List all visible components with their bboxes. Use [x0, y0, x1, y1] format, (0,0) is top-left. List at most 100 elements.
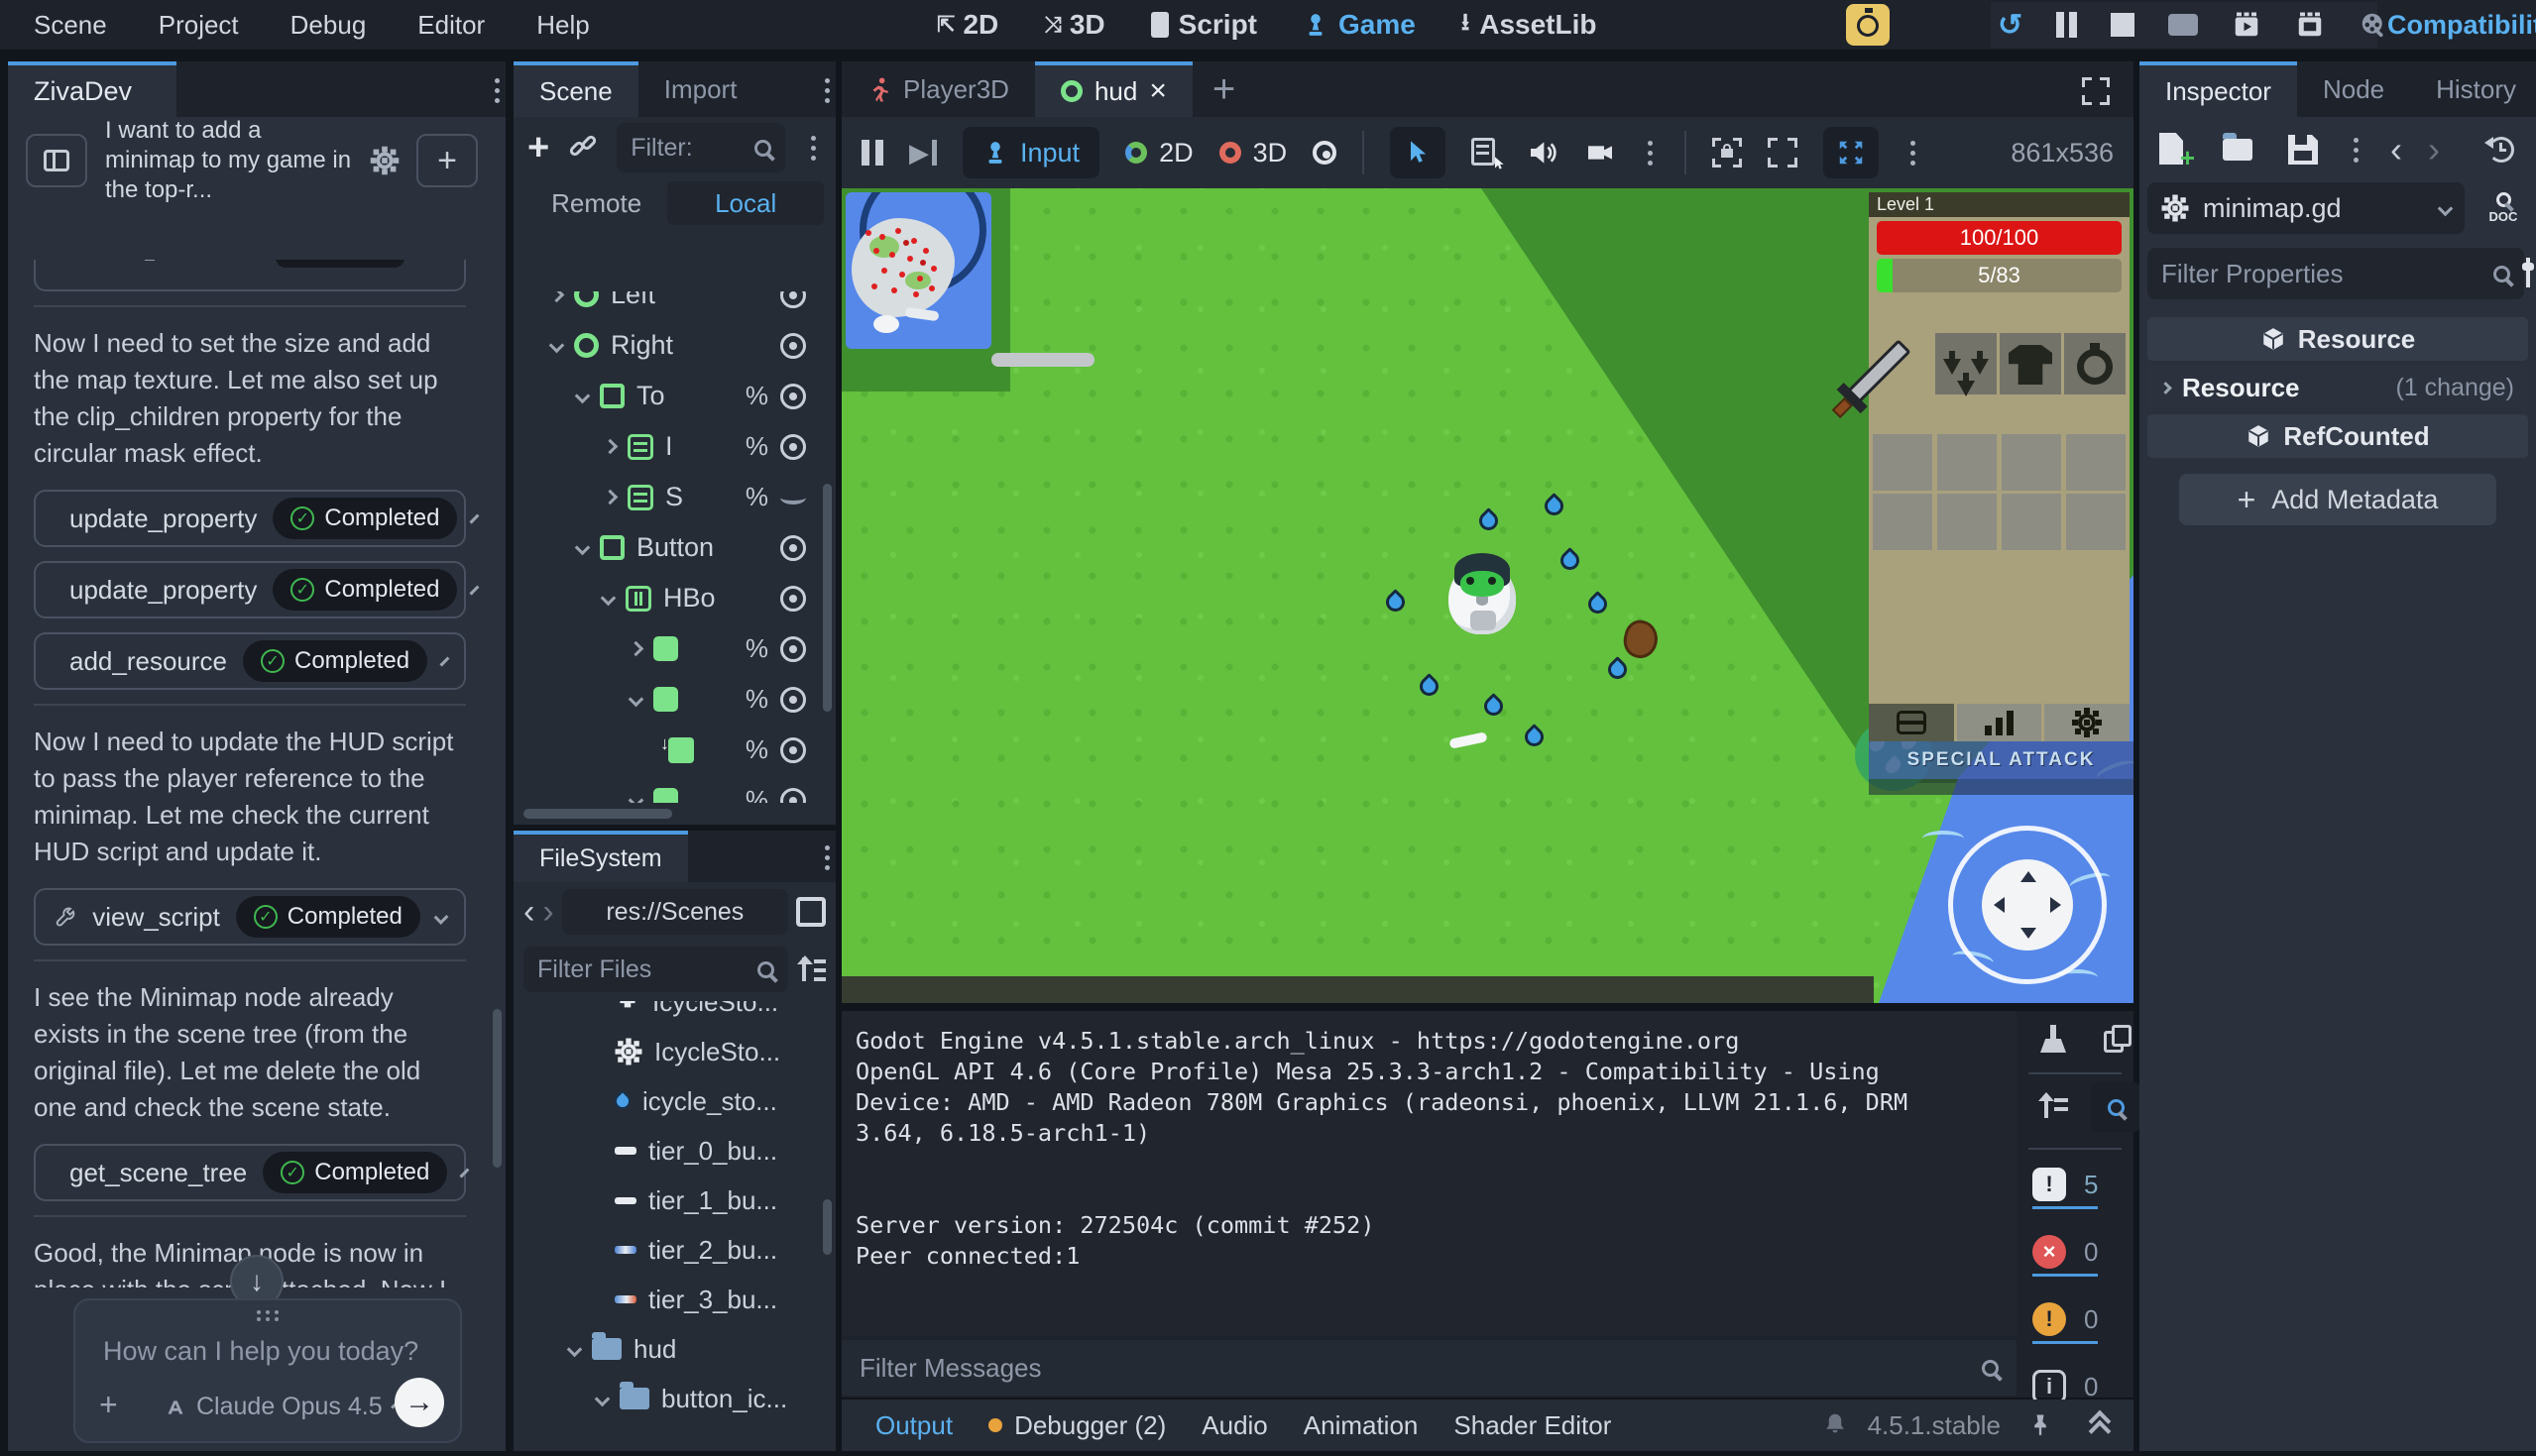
file-filter-box[interactable] — [523, 947, 788, 992]
expand-bottom-panel-icon[interactable] — [2088, 1411, 2118, 1439]
tab-2d[interactable]: ⇱2D — [937, 9, 998, 41]
expand-chevron-icon[interactable] — [440, 656, 450, 666]
tree-row[interactable]: I% — [519, 421, 820, 472]
tab-script[interactable]: Script — [1151, 9, 1257, 41]
inventory-slot[interactable] — [2066, 434, 2126, 491]
section-resource[interactable]: Resource (1 change) — [2147, 365, 2528, 410]
inventory-slot[interactable] — [1873, 494, 1932, 550]
hud-tab-stats[interactable] — [1957, 704, 2042, 741]
play-movie-icon[interactable] — [2232, 10, 2261, 40]
expand-chevron-icon[interactable] — [433, 910, 448, 925]
equip-slot-armor[interactable] — [2000, 333, 2061, 394]
sidebar-toggle-button[interactable] — [26, 134, 87, 187]
bottom-tab-shader-editor[interactable]: Shader Editor — [1436, 1410, 1629, 1441]
menu-project[interactable]: Project — [159, 10, 239, 41]
3d-mode-button[interactable]: 3D — [1219, 138, 1288, 168]
remote-toggle[interactable]: Remote — [525, 188, 667, 219]
hud-tab-inventory[interactable] — [1869, 704, 1954, 741]
embed-lock-icon[interactable] — [1712, 138, 1742, 168]
menu-editor[interactable]: Editor — [417, 10, 485, 41]
scene-toolbar-menu-icon[interactable] — [805, 130, 822, 167]
visibility-icon[interactable] — [780, 291, 806, 308]
chat-messages[interactable]: Now I need to set the size and add the m… — [8, 260, 492, 1288]
visibility-icon[interactable] — [780, 333, 806, 359]
save-resource-icon[interactable] — [2288, 135, 2318, 165]
collapse-icon[interactable] — [601, 591, 617, 607]
local-toggle[interactable]: Local — [667, 181, 824, 225]
file-row[interactable]: IcycleSto... — [519, 1001, 820, 1027]
scene-filter-box[interactable] — [617, 123, 785, 172]
nav-forward-icon[interactable]: › — [542, 893, 553, 932]
nav-back-icon[interactable]: ‹ — [523, 893, 534, 932]
equip-slot-ring[interactable] — [2064, 333, 2126, 394]
camera-override-icon[interactable] — [1313, 141, 1336, 165]
send-button[interactable]: → — [395, 1378, 444, 1427]
menu-debug[interactable]: Debug — [290, 10, 367, 41]
visibility-icon[interactable] — [780, 636, 806, 662]
message-filter-input[interactable] — [860, 1353, 1982, 1384]
stop-icon[interactable] — [2111, 13, 2134, 37]
alert-counter[interactable]: ! 0 — [2032, 1302, 2098, 1336]
virtual-joystick[interactable] — [1948, 826, 2107, 984]
history-back-icon[interactable]: ‹ — [2390, 129, 2402, 170]
expand-chevron-icon[interactable] — [460, 1168, 470, 1177]
tree-row[interactable]: HBo — [519, 573, 820, 623]
tree-row[interactable]: % — [519, 775, 820, 803]
pause-game-icon[interactable] — [862, 140, 883, 166]
fullscreen-game-button[interactable] — [1823, 127, 1879, 178]
tab-import[interactable]: Import — [638, 61, 763, 117]
visibility-icon[interactable] — [780, 535, 806, 561]
expand-chevron-icon[interactable] — [470, 513, 480, 523]
audio-mute-icon[interactable] — [1527, 137, 1558, 168]
expand-icon[interactable] — [629, 641, 644, 657]
split-view-icon[interactable] — [796, 897, 826, 927]
pause-icon[interactable] — [2056, 12, 2077, 38]
category-resource[interactable]: Resource — [2147, 317, 2528, 361]
new-chat-button[interactable]: + — [416, 134, 478, 187]
folder-row[interactable]: hud — [519, 1324, 820, 1374]
conversation-title[interactable]: I want to add a minimap to my game in th… — [105, 116, 353, 205]
inventory-slot[interactable] — [1937, 434, 1997, 491]
tab-hud[interactable]: hud × — [1035, 61, 1193, 117]
tree-row[interactable]: Left — [519, 291, 820, 320]
joystick-knob[interactable] — [1982, 859, 2073, 951]
tab-inspector[interactable]: Inspector — [2139, 61, 2297, 117]
special-attack-button[interactable]: SPECIAL ATTACK — [1869, 741, 2133, 779]
resource-dropdown[interactable]: minimap.gd — [2147, 182, 2465, 234]
film-reel-icon[interactable] — [2359, 10, 2388, 40]
folder-row[interactable]: button_ic... — [519, 1374, 820, 1423]
tree-row[interactable]: S% — [519, 472, 820, 522]
bottom-tab-animation[interactable]: Animation — [1286, 1410, 1437, 1441]
chat-scrollbar[interactable] — [493, 1009, 502, 1168]
bottom-tab-output[interactable]: Output — [858, 1410, 971, 1441]
visibility-icon[interactable] — [780, 737, 806, 763]
tab-node[interactable]: Node — [2297, 61, 2410, 117]
equip-slot-arrows[interactable] — [1935, 333, 1997, 394]
game-viewport[interactable]: Level 1 100/100 5/83 — [842, 188, 2133, 1003]
2d-mode-button[interactable]: 2D — [1125, 138, 1194, 168]
console-log[interactable]: Godot Engine v4.5.1.stable.arch_linux - … — [842, 1011, 2017, 1336]
hud-tab-settings[interactable] — [2044, 704, 2130, 741]
expand-icon[interactable] — [603, 439, 619, 455]
tool-card[interactable]: add_resource ✓Completed — [34, 632, 466, 690]
tree-row[interactable]: % — [519, 725, 820, 775]
next-frame-icon[interactable]: ▶ — [909, 138, 937, 168]
notification-bell-icon[interactable] — [1820, 1410, 1850, 1440]
instance-scene-icon[interactable] — [569, 134, 597, 162]
tool-card[interactable]: update_property ✓Completed — [34, 490, 466, 547]
file-row[interactable]: tier_3_bu... — [519, 1275, 820, 1324]
file-row[interactable]: tier_1_bu... — [519, 1176, 820, 1225]
scene-tree[interactable]: Left Right To% I% S% Button HBo % % % % … — [519, 291, 820, 803]
tab-zivadev[interactable]: ZivaDev — [8, 61, 176, 117]
menu-scene[interactable]: Scene — [34, 10, 107, 41]
category-refcounted[interactable]: RefCounted — [2147, 414, 2528, 458]
clear-log-icon[interactable] — [2038, 1025, 2068, 1055]
tree-row[interactable]: Right — [519, 320, 820, 371]
chat-input-box[interactable]: + Claude Opus 4.5 → — [73, 1298, 462, 1443]
select-mode-button[interactable] — [1390, 127, 1445, 178]
collapse-duplicates-icon[interactable] — [2036, 1092, 2068, 1122]
menu-help[interactable]: Help — [536, 10, 589, 41]
pin-bottom-panel-icon[interactable] — [2026, 1411, 2054, 1439]
tab-3d[interactable]: ⤨3D — [1044, 9, 1104, 41]
collapse-icon[interactable] — [629, 793, 644, 803]
